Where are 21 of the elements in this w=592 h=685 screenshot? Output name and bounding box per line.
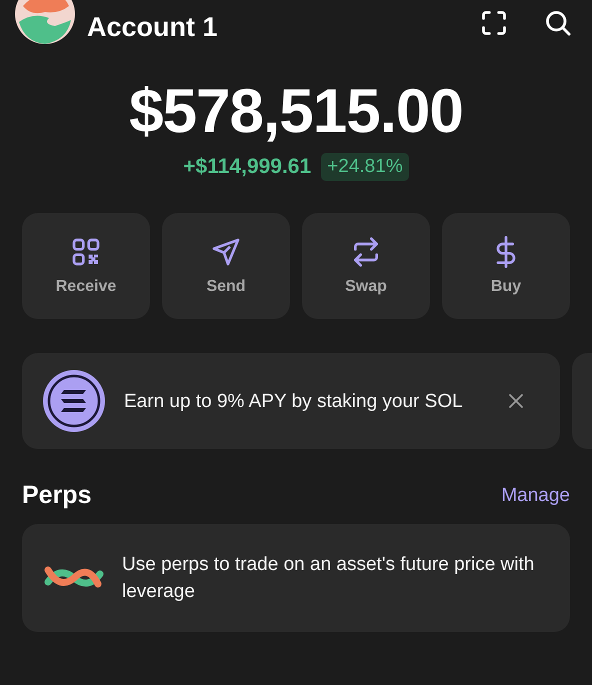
manage-link[interactable]: Manage [501, 484, 570, 506]
close-icon[interactable] [506, 391, 526, 411]
action-button[interactable]: Swap [302, 213, 430, 319]
balance-amount: $578,515.00 [129, 76, 463, 147]
action-button[interactable]: Buy [442, 213, 570, 319]
account-name[interactable]: Account 1 [87, 12, 218, 42]
search-icon[interactable] [544, 9, 572, 37]
solana-coin-icon [42, 369, 106, 433]
staking-promo-text: Earn up to 9% APY by staking your SOL [124, 390, 464, 414]
perps-description: Use perps to trade on an asset's future price with leverage [122, 553, 536, 604]
balance-change: +$114,999.61 [183, 155, 312, 179]
percent-change-badge: +24.81% [321, 153, 409, 181]
staking-banner[interactable]: Earn up to 9% APY by staking your SOL [22, 353, 560, 449]
action-button[interactable]: Send [162, 213, 290, 319]
qr-code-icon [70, 236, 102, 268]
perps-card[interactable]: Use perps to trade on an asset's future price with leverage [22, 524, 570, 632]
action-button[interactable]: Receive [22, 213, 150, 319]
paper-plane-icon [210, 236, 242, 268]
section-title: Perps [22, 481, 92, 510]
scan-icon[interactable] [480, 9, 508, 37]
avatar[interactable] [15, 0, 75, 44]
